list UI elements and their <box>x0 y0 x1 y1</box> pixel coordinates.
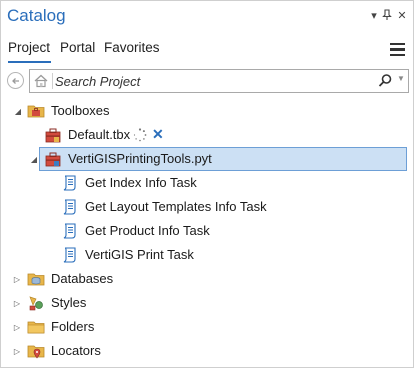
tree-item-pyt[interactable]: ◢ VertiGISPrintingTools.pyt <box>1 147 413 171</box>
tree-label: Locators <box>51 343 101 358</box>
hamburger-menu-icon[interactable] <box>390 43 405 57</box>
toolboxes-folder-icon <box>27 102 45 120</box>
search-input[interactable] <box>55 71 355 91</box>
catalog-pane: Catalog ▾ ✕ Project Portal Favorites ▼ <box>0 0 414 368</box>
search-icon[interactable] <box>377 73 393 89</box>
tree-label: Get Product Info Task <box>85 223 210 238</box>
cancel-icon[interactable]: ✕ <box>152 126 164 143</box>
tree-item-task[interactable]: Get Product Info Task <box>1 219 413 243</box>
databases-folder-icon <box>27 270 45 288</box>
python-toolbox-icon <box>44 150 62 168</box>
search-divider <box>52 73 53 89</box>
script-tool-icon <box>61 198 79 216</box>
script-tool-icon <box>61 174 79 192</box>
collapsed-arrow-icon[interactable]: ▷ <box>12 298 22 308</box>
collapsed-arrow-icon[interactable]: ▷ <box>12 346 22 356</box>
catalog-tabs: Project Portal Favorites <box>1 37 413 65</box>
script-tool-icon <box>61 222 79 240</box>
collapsed-arrow-icon[interactable]: ▷ <box>12 274 22 284</box>
locators-folder-icon <box>27 342 45 360</box>
pane-options-icon[interactable]: ▾ <box>367 8 381 22</box>
expanded-arrow-icon[interactable]: ◢ <box>29 154 39 164</box>
loading-spinner-icon <box>133 128 147 142</box>
folder-icon <box>27 318 45 336</box>
search-row: ▼ <box>1 67 413 95</box>
tree-item-task[interactable]: Get Layout Templates Info Task <box>1 195 413 219</box>
tree-label: Default.tbx <box>68 127 131 142</box>
tab-favorites[interactable]: Favorites <box>104 40 160 55</box>
tree-item-task[interactable]: Get Index Info Task <box>1 171 413 195</box>
search-box: ▼ <box>29 69 409 93</box>
pin-icon[interactable] <box>380 8 394 22</box>
tree-item-default-tbx[interactable]: Default.tbx ✕ <box>1 123 413 147</box>
toolbox-icon <box>44 126 62 144</box>
tree-item-locators[interactable]: ▷ Locators <box>1 339 413 363</box>
home-icon[interactable] <box>32 72 50 90</box>
styles-icon <box>27 294 45 312</box>
pane-titlebar: Catalog ▾ ✕ <box>1 1 413 33</box>
tree-label: Folders <box>51 319 95 334</box>
pane-title: Catalog <box>7 6 66 25</box>
tree-label: Styles <box>51 295 87 310</box>
script-tool-icon <box>61 246 79 264</box>
active-tab-indicator <box>8 61 51 63</box>
chevron-down-icon[interactable]: ▼ <box>397 74 405 83</box>
tree-label: Databases <box>51 271 114 286</box>
tree-label: VertiGIS Print Task <box>85 247 194 262</box>
tree-item-toolboxes[interactable]: ◢ Toolboxes <box>1 99 413 123</box>
close-icon[interactable]: ✕ <box>395 8 409 22</box>
tree-item-databases[interactable]: ▷ Databases <box>1 267 413 291</box>
collapsed-arrow-icon[interactable]: ▷ <box>12 322 22 332</box>
expanded-arrow-icon[interactable]: ◢ <box>13 106 23 116</box>
tree-label: VertiGISPrintingTools.pyt <box>68 151 212 166</box>
back-arrow-icon[interactable] <box>7 72 24 89</box>
tree-label: Get Layout Templates Info Task <box>85 199 267 214</box>
tree-label: Get Index Info Task <box>85 175 197 190</box>
tree-item-styles[interactable]: ▷ Styles <box>1 291 413 315</box>
tree-item-task[interactable]: VertiGIS Print Task <box>1 243 413 267</box>
tab-project[interactable]: Project <box>8 40 50 55</box>
tree-label: Toolboxes <box>51 103 110 118</box>
tree-item-folders[interactable]: ▷ Folders <box>1 315 413 339</box>
tab-portal[interactable]: Portal <box>60 40 95 55</box>
